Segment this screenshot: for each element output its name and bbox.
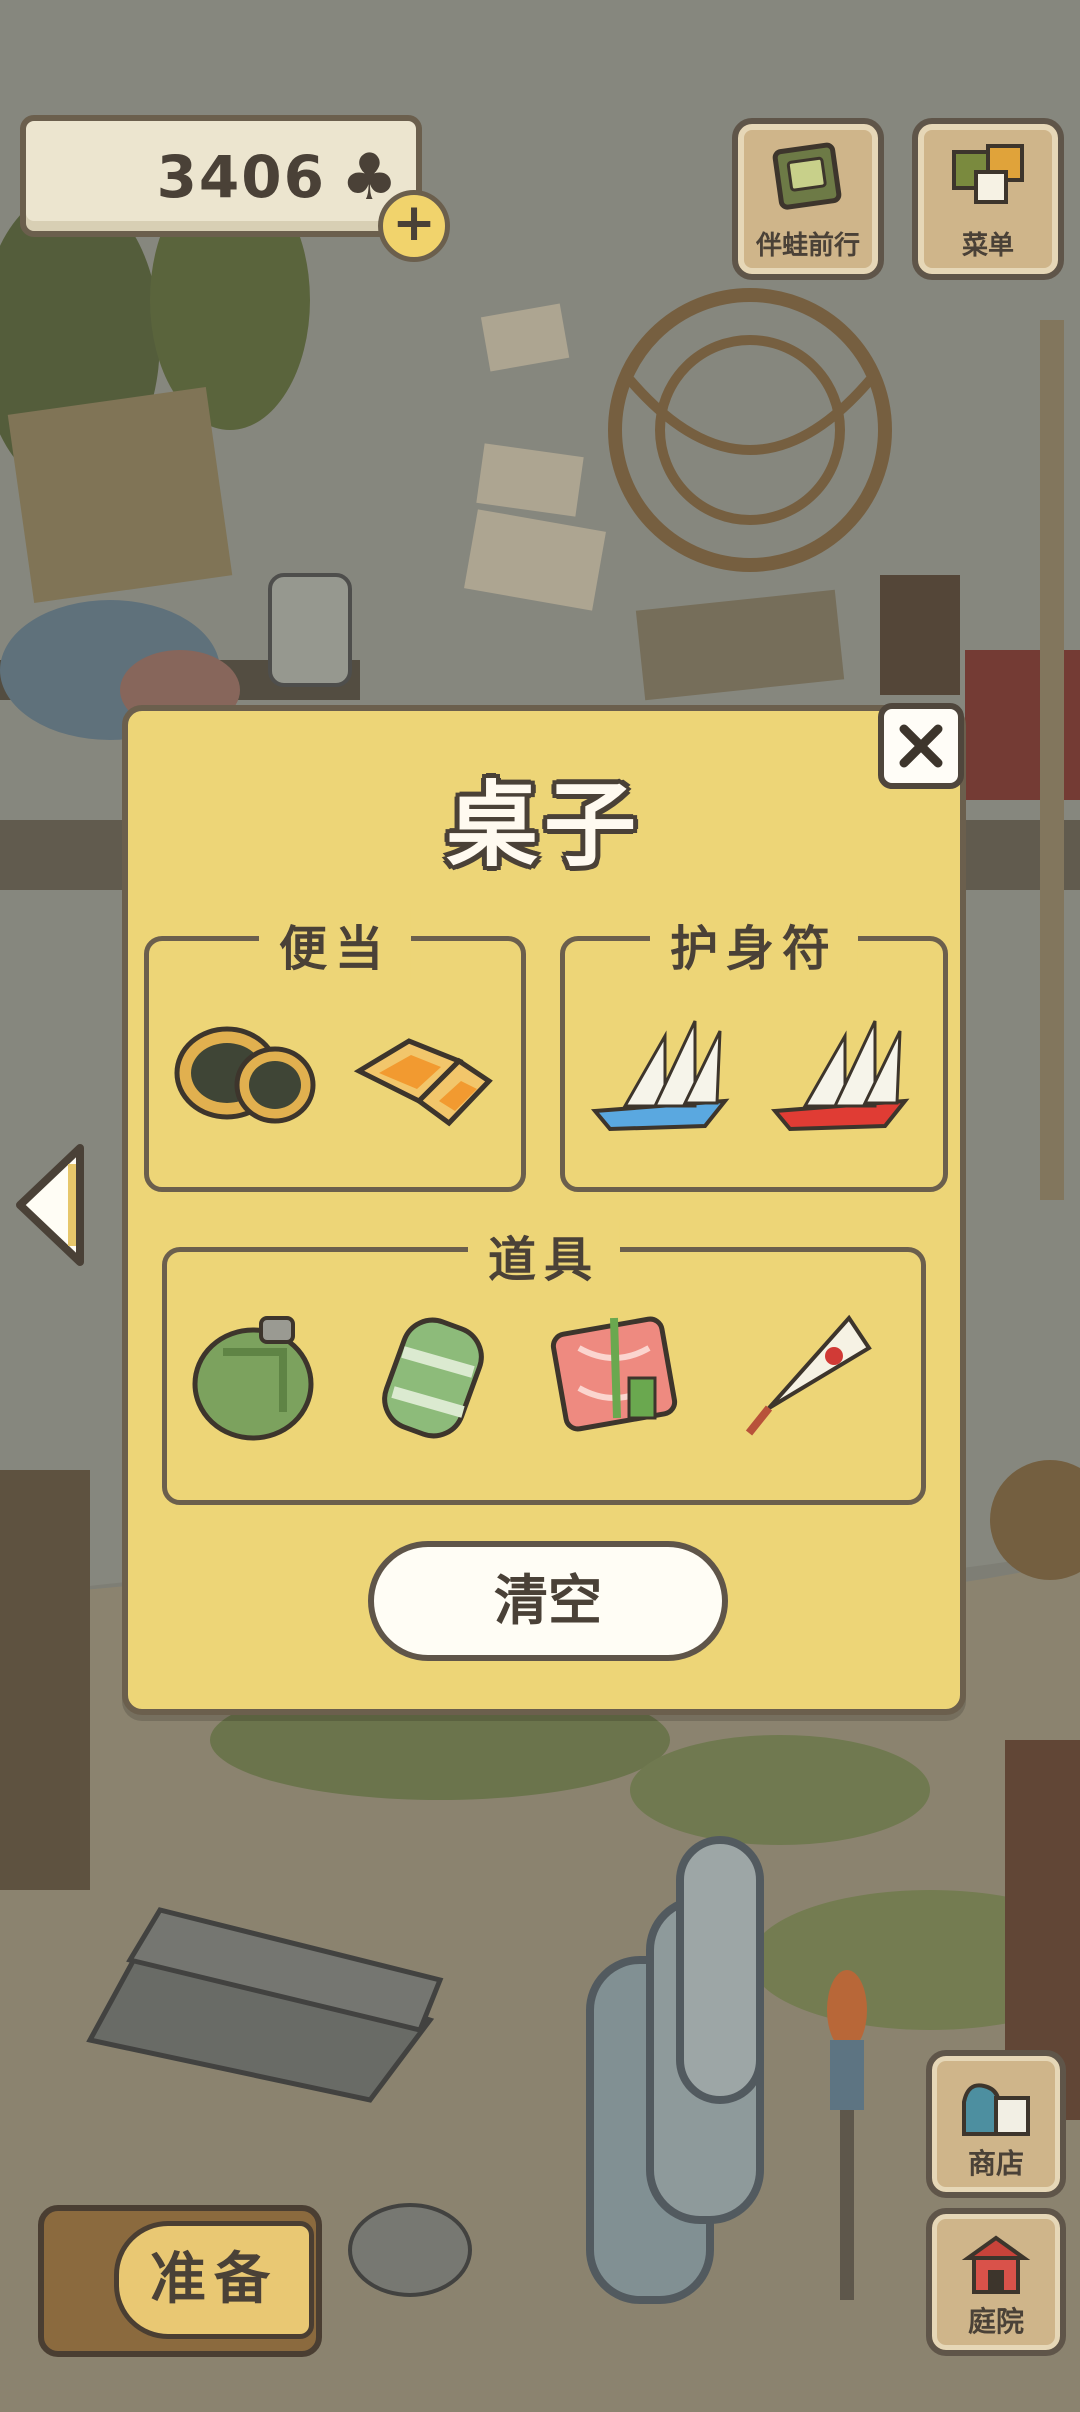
menu-button[interactable]: 菜单 (912, 118, 1064, 280)
left-arrow-icon[interactable] (10, 1140, 90, 1270)
amulet-label: 护身符 (649, 909, 859, 979)
table-dialog: 桌子 便当 护身符 道具 清空 (122, 705, 966, 1715)
paper-umbrella-icon[interactable] (729, 1308, 879, 1438)
garden-button[interactable]: 庭院 (926, 2208, 1066, 2356)
blue-paper-boat-icon[interactable] (585, 1011, 735, 1141)
close-icon (899, 724, 943, 768)
clover-counter: 3406 ♣ (20, 115, 422, 237)
black-sesame-bun-icon[interactable] (171, 1011, 321, 1141)
clear-button[interactable]: 清空 (368, 1541, 728, 1661)
bento-group: 便当 (144, 909, 526, 1192)
photo-album-icon (772, 142, 842, 210)
menu-label: 菜单 (961, 231, 1014, 261)
orange-mooncake-icon[interactable] (349, 1011, 499, 1141)
shop-bags-icon (962, 2083, 1030, 2136)
garden-house-icon (961, 2235, 1031, 2294)
red-paper-boat-icon[interactable] (765, 1011, 915, 1141)
prepare-label: 准备 (114, 2221, 314, 2339)
add-clover-button[interactable]: + (378, 190, 450, 262)
menu-cards-icon (952, 144, 1024, 204)
clover-count: 3406 (156, 143, 326, 211)
amulet-group: 护身符 (560, 909, 948, 1192)
tools-label: 道具 (467, 1220, 621, 1290)
green-sleeping-roll-icon[interactable] (363, 1312, 513, 1442)
tools-group: 道具 (162, 1220, 926, 1505)
travel-with-frog-label: 伴蛙前行 (755, 231, 860, 261)
close-button[interactable] (878, 703, 964, 789)
pink-wrapped-lunch-icon[interactable] (539, 1308, 689, 1438)
garden-label: 庭院 (967, 2305, 1024, 2338)
green-canteen-icon[interactable] (183, 1312, 333, 1442)
shop-label: 商店 (967, 2147, 1024, 2180)
shop-button[interactable]: 商店 (926, 2050, 1066, 2198)
prepare-button[interactable]: 准备 (38, 2205, 322, 2357)
dialog-title: 桌子 (445, 772, 642, 879)
travel-with-frog-button[interactable]: 伴蛙前行 (732, 118, 884, 280)
bento-label: 便当 (258, 909, 412, 979)
